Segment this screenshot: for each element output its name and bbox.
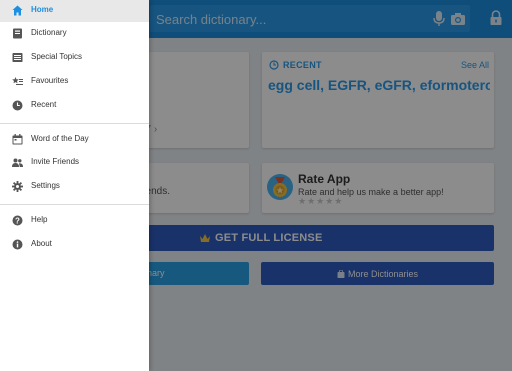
- topics-icon: [12, 53, 23, 62]
- drawer-item-settings[interactable]: Settings: [0, 176, 149, 198]
- drawer-item-dictionary[interactable]: Dictionary: [0, 23, 149, 45]
- drawer-divider: [0, 204, 149, 205]
- drawer-divider: [0, 123, 149, 124]
- drawer-item-help[interactable]: ? Help: [0, 210, 149, 232]
- drawer-item-label: Help: [31, 215, 48, 224]
- drawer-item-label: About: [31, 239, 52, 248]
- dictionary-icon: [13, 28, 22, 39]
- drawer-item-word-of-the-day[interactable]: Word of the Day: [0, 129, 149, 151]
- drawer-item-home[interactable]: Home: [0, 0, 149, 22]
- drawer-item-about[interactable]: About: [0, 234, 149, 256]
- drawer-item-label: Invite Friends: [31, 157, 80, 166]
- favourites-icon: [12, 77, 23, 85]
- people-icon: [12, 158, 23, 167]
- drawer-item-label: Favourites: [31, 76, 69, 85]
- drawer-item-label: Special Topics: [31, 52, 82, 61]
- drawer-item-label: Recent: [31, 100, 57, 109]
- home-icon: [12, 5, 23, 16]
- drawer-item-label: Word of the Day: [31, 134, 89, 143]
- drawer-item-special-topics[interactable]: Special Topics: [0, 47, 149, 69]
- drawer-item-label: Settings: [31, 181, 60, 190]
- drawer-item-favourites[interactable]: Favourites: [0, 71, 149, 93]
- drawer-item-recent[interactable]: Recent: [0, 95, 149, 117]
- gear-icon: [12, 181, 23, 192]
- svg-text:?: ?: [15, 216, 20, 225]
- drawer-item-label: Home: [31, 5, 54, 14]
- clock-icon: [12, 100, 23, 111]
- help-icon: ?: [12, 215, 23, 226]
- drawer-item-label: Dictionary: [31, 28, 67, 37]
- navigation-drawer: Home Dictionary Special Topics Favourite…: [0, 0, 149, 371]
- info-icon: [12, 239, 23, 250]
- calendar-icon: [12, 134, 23, 145]
- drawer-item-invite-friends[interactable]: Invite Friends: [0, 152, 149, 174]
